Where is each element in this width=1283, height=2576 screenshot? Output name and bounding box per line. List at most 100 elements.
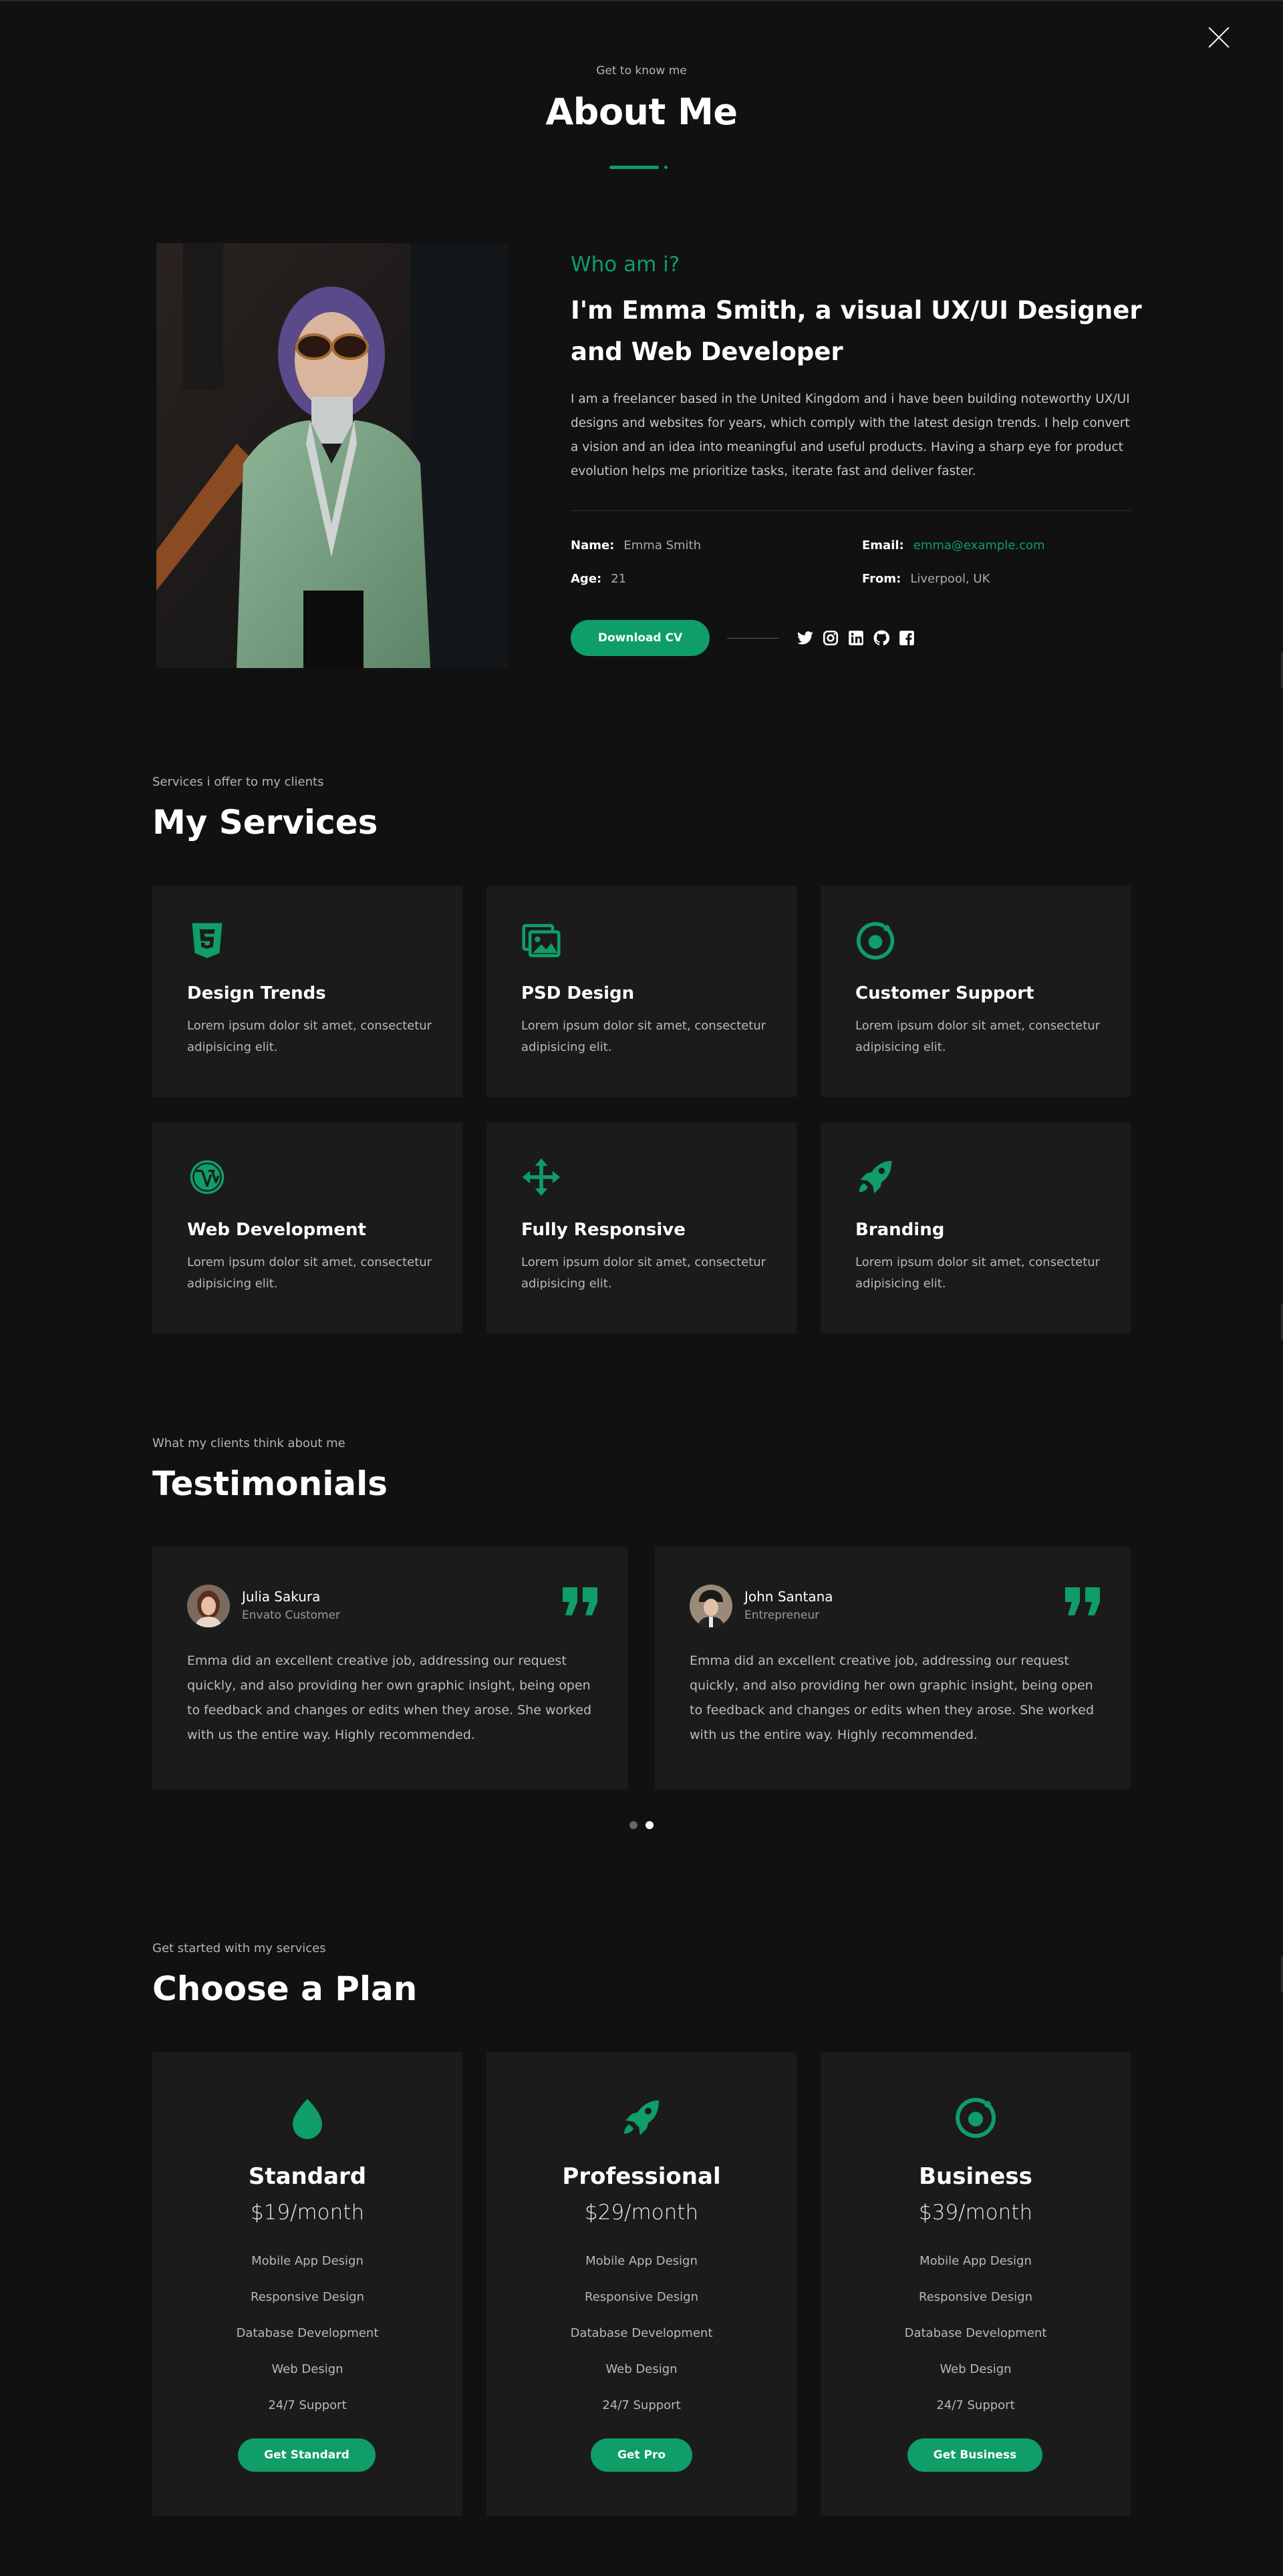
info-label: Name: — [571, 538, 615, 552]
plan-feature: Mobile App Design — [251, 2254, 364, 2268]
info-from: From: Liverpool, UK — [862, 572, 990, 586]
instagram-icon[interactable] — [822, 629, 839, 647]
target-icon — [856, 922, 895, 960]
social-divider — [727, 638, 779, 639]
plan-card: Professional $29/month Mobile App Design… — [486, 2052, 797, 2516]
page-title: About Me — [545, 91, 738, 133]
service-description: Lorem ipsum dolor sit amet, consectetur … — [855, 1255, 1101, 1291]
info-email: Email: emma@example.com — [862, 538, 1045, 552]
service-title: Customer Support — [855, 983, 1034, 1003]
target-icon — [956, 2098, 996, 2138]
testimonials-subtitle: What my clients think about me — [152, 1436, 345, 1450]
plan-name: Professional — [562, 2163, 721, 2190]
plan-feature: Web Design — [940, 2362, 1012, 2376]
plan-feature: Database Development — [904, 2326, 1047, 2340]
service-card: Branding Lorem ipsum dolor sit amet, con… — [821, 1122, 1131, 1333]
service-description: Lorem ipsum dolor sit amet, consectetur … — [855, 1019, 1101, 1054]
service-description: Lorem ipsum dolor sit amet, consectetur … — [521, 1255, 766, 1291]
html5-icon — [192, 923, 223, 959]
plan-feature: 24/7 Support — [268, 2398, 347, 2412]
avatar — [187, 1585, 230, 1627]
info-value: Emma Smith — [623, 538, 701, 552]
plan-feature: Mobile App Design — [585, 2254, 698, 2268]
twitter-icon[interactable] — [797, 629, 814, 647]
get-pro-button[interactable]: Get Pro — [591, 2438, 692, 2472]
service-card: Design Trends Lorem ipsum dolor sit amet… — [152, 886, 462, 1097]
service-card: Fully Responsive Lorem ipsum dolor sit a… — [486, 1122, 797, 1333]
facebook-icon[interactable] — [898, 629, 915, 647]
plan-feature: Database Development — [570, 2326, 713, 2340]
get-business-button[interactable]: Get Business — [907, 2438, 1042, 2472]
images-icon — [522, 924, 561, 957]
plan-card: Business $39/month Mobile App Design Res… — [821, 2052, 1131, 2516]
service-description: Lorem ipsum dolor sit amet, consectetur … — [187, 1019, 432, 1054]
who-am-i-heading: Who am i? — [571, 253, 680, 277]
info-label: From: — [862, 572, 901, 586]
plan-feature: Responsive Design — [919, 2290, 1032, 2304]
plan-card: Standard $19/month Mobile App Design Res… — [152, 2052, 462, 2516]
services-title: My Services — [152, 803, 378, 842]
arrows-icon — [522, 1158, 561, 1196]
linkedin-icon[interactable] — [847, 629, 865, 647]
plan-feature: Web Design — [605, 2362, 678, 2376]
egg-icon — [293, 2099, 322, 2139]
info-label: Age: — [571, 572, 602, 586]
headline: I'm Emma Smith, a visual UX/UI Designer … — [571, 296, 1142, 366]
carousel-dot-1[interactable] — [629, 1821, 637, 1829]
service-description: Lorem ipsum dolor sit amet, consectetur … — [521, 1019, 766, 1054]
quote-icon — [1065, 1587, 1100, 1615]
testimonial-text: Emma did an excellent creative job, addr… — [187, 1653, 592, 1742]
info-label: Email: — [862, 538, 904, 552]
avatar — [690, 1585, 732, 1627]
testimonial-card: Julia Sakura Envato Customer Emma did an… — [152, 1547, 628, 1789]
plan-feature: Web Design — [271, 2362, 343, 2376]
testimonial-text: Emma did an excellent creative job, addr… — [690, 1653, 1095, 1742]
info-value: 21 — [611, 572, 627, 586]
download-cv-button[interactable]: Download CV — [571, 620, 710, 656]
info-value: Liverpool, UK — [910, 572, 990, 586]
service-title: Web Development — [187, 1220, 366, 1240]
plan-feature: Responsive Design — [251, 2290, 364, 2304]
plan-feature: Database Development — [236, 2326, 379, 2340]
service-title: Fully Responsive — [521, 1220, 686, 1240]
testimonial-name: Julia Sakura — [242, 1589, 321, 1605]
services-subtitle: Services i offer to my clients — [152, 775, 324, 789]
plans-title: Choose a Plan — [152, 1969, 418, 2008]
plan-price: $19/month — [250, 2201, 365, 2225]
plan-feature: 24/7 Support — [602, 2398, 681, 2412]
plan-price: $39/month — [918, 2201, 1033, 2225]
close-icon[interactable] — [1207, 25, 1231, 49]
top-border — [0, 0, 1283, 1]
testimonial-name: John Santana — [744, 1589, 833, 1605]
about-description: I am a freelancer based in the United Ki… — [571, 392, 1130, 478]
carousel-dot-2-active[interactable] — [646, 1821, 654, 1829]
email-link[interactable]: emma@example.com — [913, 538, 1045, 552]
rocket-icon — [624, 2100, 659, 2135]
plans-subtitle: Get started with my services — [152, 1941, 326, 1955]
profile-photo — [156, 243, 508, 668]
title-underline — [609, 166, 659, 169]
testimonial-role: Envato Customer — [242, 1609, 341, 1622]
github-icon[interactable] — [873, 629, 890, 647]
plan-feature: Responsive Design — [585, 2290, 698, 2304]
testimonial-card: John Santana Entrepreneur Emma did an ex… — [655, 1547, 1131, 1789]
divider — [571, 510, 1131, 511]
title-underline-dot — [664, 166, 668, 169]
get-standard-button[interactable]: Get Standard — [238, 2438, 376, 2472]
info-name: Name: Emma Smith — [571, 538, 701, 552]
hero-subtitle: Get to know me — [596, 64, 687, 77]
quote-icon — [563, 1587, 597, 1615]
plan-feature: 24/7 Support — [936, 2398, 1015, 2412]
service-title: Design Trends — [187, 983, 326, 1003]
plan-name: Business — [919, 2163, 1032, 2190]
service-card: PSD Design Lorem ipsum dolor sit amet, c… — [486, 886, 797, 1097]
service-description: Lorem ipsum dolor sit amet, consectetur … — [187, 1255, 432, 1291]
plan-price: $29/month — [584, 2201, 699, 2225]
testimonial-role: Entrepreneur — [744, 1609, 820, 1622]
service-title: PSD Design — [521, 983, 635, 1003]
info-age: Age: 21 — [571, 572, 626, 586]
service-card: Web Development Lorem ipsum dolor sit am… — [152, 1122, 462, 1333]
testimonials-title: Testimonials — [152, 1464, 388, 1503]
plan-feature: Mobile App Design — [919, 2254, 1032, 2268]
wordpress-icon — [190, 1160, 225, 1194]
